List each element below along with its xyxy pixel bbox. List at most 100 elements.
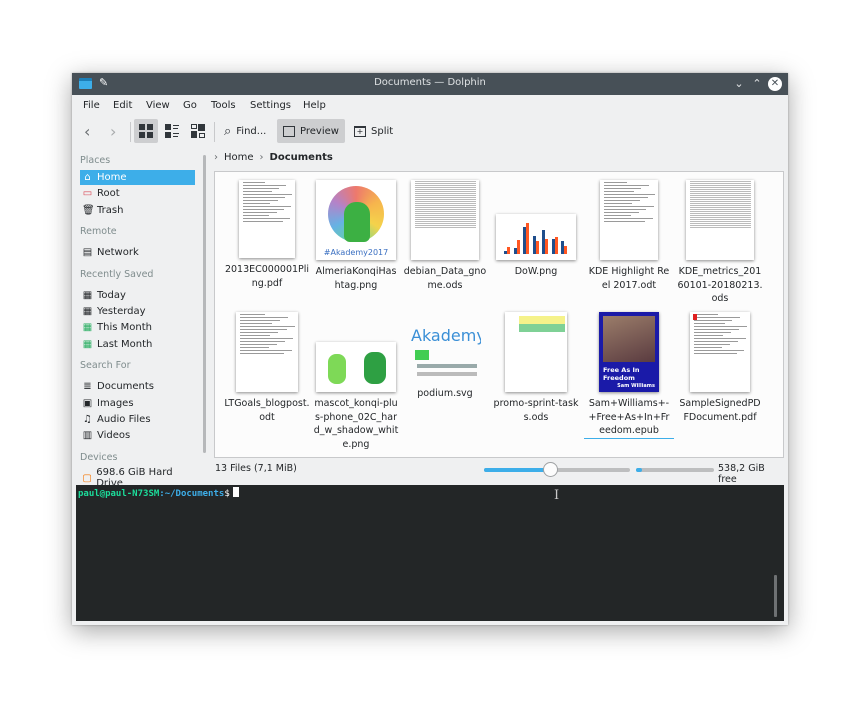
file-count-summary: 13 Files (7,1 MiB) bbox=[215, 463, 297, 474]
file-item[interactable]: mascot_konqi-plus-phone_02C_hard_w_shado… bbox=[311, 312, 401, 451]
sidebar-item-images[interactable]: ▣ Images bbox=[80, 396, 195, 411]
breadcrumb: › Home › Documents bbox=[214, 152, 333, 163]
chart-bar bbox=[564, 245, 567, 254]
find-label: Find... bbox=[236, 125, 267, 137]
details-view-button[interactable] bbox=[186, 119, 210, 143]
sidebar-item-last-month[interactable]: ▦ Last Month bbox=[80, 337, 195, 352]
sidebar-item-network[interactable]: ▤ Network bbox=[80, 245, 195, 260]
disk-space-fill bbox=[636, 468, 643, 472]
file-item[interactable]: debian_Data_gnome.ods bbox=[400, 180, 490, 292]
file-name: KDE_metrics_20160101-20180213.ods bbox=[677, 266, 763, 304]
calendar-icon: ▦ bbox=[82, 289, 93, 301]
sidebar-item-home[interactable]: ⌂ Home bbox=[80, 170, 195, 185]
sidebar-item-label: Home bbox=[97, 172, 127, 183]
chart-bar bbox=[526, 223, 529, 254]
terminal-prompt: paul@paul-N73SM:~/Documents$ bbox=[78, 487, 239, 499]
calendar-icon: ▦ bbox=[82, 322, 93, 334]
sidebar-item-documents[interactable]: ≣ Documents bbox=[80, 379, 195, 394]
calendar-icon: ▦ bbox=[82, 338, 93, 350]
maximize-button[interactable]: ⌃ bbox=[750, 77, 764, 91]
title-bar[interactable]: ✎ Documents — Dolphin ⌄ ⌃ ✕ bbox=[72, 73, 788, 95]
zoom-slider-handle[interactable] bbox=[542, 462, 558, 477]
chart-bar bbox=[545, 238, 548, 254]
file-item[interactable]: DoW.png bbox=[491, 180, 581, 279]
sidebar-item-label: Documents bbox=[97, 381, 155, 393]
file-thumbnail: Free As In Freedom Sam Williams bbox=[599, 312, 659, 392]
prompt-user-host: paul@paul-N73SM bbox=[78, 489, 160, 499]
sidebar-section-title: Places bbox=[80, 155, 111, 166]
find-button[interactable]: ⌕ Find... bbox=[218, 119, 272, 143]
dolphin-window: ✎ Documents — Dolphin ⌄ ⌃ ✕ File Edit Vi… bbox=[72, 73, 788, 625]
split-button[interactable]: + Split bbox=[348, 119, 399, 143]
file-item[interactable]: SampleSignedPDFDocument.pdf bbox=[675, 312, 765, 424]
breadcrumb-documents[interactable]: Documents bbox=[270, 152, 333, 163]
split-label: Split bbox=[371, 125, 394, 137]
sidebar-item-audio-files[interactable]: ♫ Audio Files bbox=[80, 412, 195, 427]
chart-bar bbox=[507, 247, 510, 254]
file-thumbnail bbox=[600, 180, 658, 260]
sidebar-item-698-6-gib-hard-drive[interactable]: ▢ 698.6 GiB Hard Drive bbox=[80, 467, 195, 489]
sidebar-item-root[interactable]: ▭ Root bbox=[80, 186, 195, 201]
sidebar-item-videos[interactable]: ▥ Videos bbox=[80, 428, 195, 443]
breadcrumb-home[interactable]: Home bbox=[224, 152, 254, 163]
breadcrumb-toggle-icon[interactable]: › bbox=[214, 152, 218, 163]
zoom-slider-fill bbox=[484, 468, 550, 472]
file-item[interactable]: LTGoals_blogpost.odt bbox=[222, 312, 312, 424]
menu-tools[interactable]: Tools bbox=[211, 100, 236, 111]
file-item[interactable]: 2013EC000001Pling.pdf bbox=[222, 180, 312, 290]
close-button[interactable]: ✕ bbox=[768, 77, 782, 91]
sidebar-item-this-month[interactable]: ▦ This Month bbox=[80, 320, 195, 335]
close-icon: ✕ bbox=[770, 78, 780, 89]
sidebar-item-label: Trash bbox=[97, 204, 124, 216]
sidebar-section-title: Remote bbox=[80, 226, 117, 238]
file-item[interactable]: KDE_metrics_20160101-20180213.ods bbox=[675, 180, 765, 306]
preview-button[interactable]: Preview bbox=[277, 119, 345, 143]
menu-go[interactable]: Go bbox=[183, 100, 197, 111]
toolbar-separator bbox=[214, 122, 215, 142]
menu-view[interactable]: View bbox=[146, 100, 170, 111]
compact-view-button[interactable] bbox=[160, 119, 184, 143]
sidebar-item-label: Images bbox=[97, 397, 134, 409]
sidebar-item-today[interactable]: ▦ Today bbox=[80, 288, 195, 303]
toolbar: ‹ › ⌕ Find... Preview + Split bbox=[72, 119, 788, 145]
forward-arrow-icon: › bbox=[110, 121, 117, 141]
icons-view-icon bbox=[139, 124, 153, 138]
window-title: Documents — Dolphin bbox=[374, 77, 486, 88]
menu-settings[interactable]: Settings bbox=[250, 100, 291, 111]
text-cursor-icon: I bbox=[554, 488, 560, 503]
terminal-panel[interactable]: paul@paul-N73SM:~/Documents$ I bbox=[76, 485, 784, 621]
file-item[interactable]: Free As In Freedom Sam Williams Sam+Willia… bbox=[584, 312, 674, 439]
sidebar-item-yesterday[interactable]: ▦ Yesterday bbox=[80, 304, 195, 319]
zoom-slider[interactable] bbox=[484, 462, 630, 477]
forward-button[interactable]: › bbox=[104, 119, 122, 143]
menu-edit[interactable]: Edit bbox=[113, 100, 132, 111]
file-thumbnail bbox=[316, 342, 396, 392]
menu-help[interactable]: Help bbox=[303, 100, 326, 111]
file-name: podium.svg bbox=[417, 388, 473, 399]
file-item[interactable]: promo-sprint-tasks.ods bbox=[491, 312, 581, 424]
minimize-button[interactable]: ⌄ bbox=[732, 77, 746, 91]
file-thumbnail: #Akademy2017 bbox=[316, 180, 396, 260]
sidebar-item-trash[interactable]: 🗑 Trash bbox=[80, 203, 195, 218]
back-button[interactable]: ‹ bbox=[78, 119, 96, 143]
chevron-down-icon: ⌄ bbox=[734, 77, 744, 90]
file-view[interactable]: 2013EC000001Pling.pdf #Akademy2017 Almeria… bbox=[214, 171, 784, 458]
file-item[interactable]: #Akademy2017 AlmeriaKonqiHashtag.png bbox=[311, 180, 401, 292]
drive-icon: ▢ bbox=[82, 472, 92, 484]
terminal-scrollbar[interactable] bbox=[774, 575, 777, 617]
icons-view-button[interactable] bbox=[134, 119, 158, 143]
file-thumbnail bbox=[236, 312, 298, 392]
breadcrumb-separator-icon[interactable]: › bbox=[260, 152, 264, 163]
sidebar-section-title: Devices bbox=[80, 451, 118, 463]
file-item[interactable]: Akademy podium.svg bbox=[400, 312, 490, 401]
prompt-symbol: $ bbox=[224, 489, 230, 499]
cover-title: Free As In Freedom bbox=[603, 366, 640, 382]
places-scrollbar[interactable] bbox=[203, 155, 206, 453]
file-item[interactable]: KDE Highlight Reel 2017.odt bbox=[584, 180, 674, 292]
chart-bar bbox=[516, 240, 520, 254]
thumbnail-logo-text: Akademy bbox=[411, 326, 481, 345]
file-thumbnail bbox=[411, 180, 479, 260]
menu-file[interactable]: File bbox=[83, 100, 100, 111]
details-view-icon bbox=[191, 124, 205, 138]
file-name: debian_Data_gnome.ods bbox=[403, 266, 487, 291]
